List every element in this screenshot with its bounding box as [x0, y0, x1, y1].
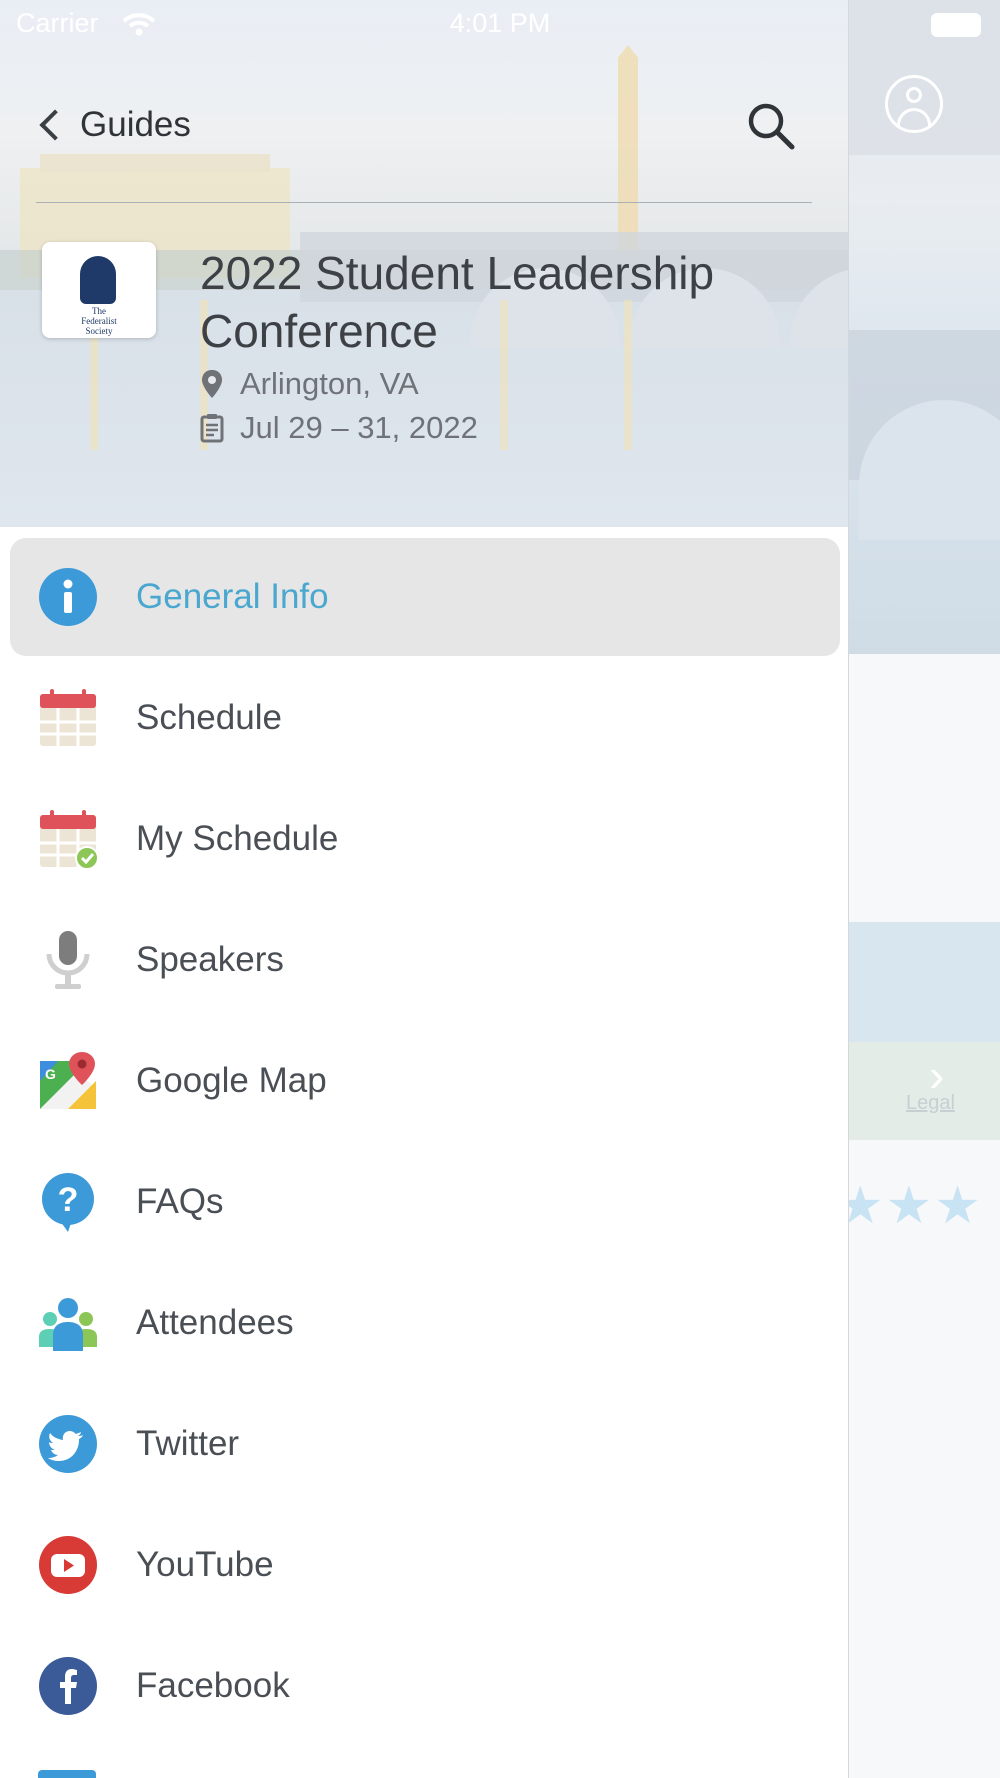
clock-label: 4:01 PM	[449, 8, 551, 38]
google-maps-icon: G	[40, 1052, 96, 1109]
menu-item-google-map[interactable]: G Google Map	[10, 1022, 840, 1140]
back-label: Guides	[80, 105, 191, 144]
menu-item-facebook[interactable]: Facebook	[10, 1627, 840, 1745]
calendar-check-icon	[40, 810, 98, 869]
location-pin-icon	[202, 370, 222, 398]
event-title: 2022 Student Leadership Conference	[200, 247, 715, 357]
event-logo: The Federalist Society	[42, 242, 156, 338]
menu-item-speakers[interactable]: Speakers	[10, 901, 840, 1019]
menu-label: General Info	[136, 577, 329, 616]
twitter-icon	[39, 1415, 97, 1473]
menu-item-attendees[interactable]: Attendees	[10, 1264, 840, 1382]
menu-label: Facebook	[136, 1666, 290, 1705]
background-screen: › Legal ★★★	[849, 0, 1000, 1778]
event-hero-banner: Carrier Guides The Federalist Society 20…	[0, 0, 848, 527]
calendar-icon	[40, 689, 96, 746]
youtube-icon	[39, 1536, 97, 1594]
menu-item-my-schedule[interactable]: My Schedule	[10, 780, 840, 898]
svg-text:G: G	[45, 1066, 56, 1082]
info-icon	[39, 568, 97, 626]
menu-label: FAQs	[136, 1182, 224, 1221]
account-icon	[906, 87, 922, 103]
menu-item-youtube[interactable]: YouTube	[10, 1506, 840, 1624]
menu-item-faqs[interactable]: ? FAQs	[10, 1143, 840, 1261]
account-button[interactable]	[885, 75, 943, 133]
menu-label: Speakers	[136, 940, 284, 979]
question-bubble-icon: ?	[42, 1173, 94, 1232]
menu-item-general-info[interactable]: General Info	[10, 538, 840, 656]
dates-label: Jul 29 – 31, 2022	[240, 410, 478, 445]
rating-stars: ★★★	[849, 1177, 983, 1235]
event-dates: Jul 29 – 31, 2022	[200, 410, 478, 446]
people-icon	[39, 1298, 97, 1351]
location-label: Arlington, VA	[240, 366, 419, 401]
next-menu-icon-partial	[38, 1770, 96, 1778]
logo-text: The Federalist Society	[81, 306, 117, 336]
menu-label: Google Map	[136, 1061, 327, 1100]
menu-item-twitter[interactable]: Twitter	[10, 1385, 840, 1503]
facebook-icon	[39, 1657, 97, 1715]
menu-label: Twitter	[136, 1424, 240, 1463]
search-icon[interactable]	[742, 98, 798, 154]
calendar-small-icon	[200, 414, 224, 443]
map-legal-link[interactable]: Legal	[906, 1092, 955, 1115]
menu-label: My Schedule	[136, 819, 339, 858]
svg-text:?: ?	[58, 1181, 79, 1219]
microphone-icon	[46, 931, 90, 989]
silhouette-bust-icon	[80, 256, 116, 304]
menu-item-schedule[interactable]: Schedule	[10, 659, 840, 777]
header-divider	[36, 202, 812, 203]
menu-label: Attendees	[136, 1303, 294, 1342]
chevron-left-icon	[39, 109, 71, 141]
back-button[interactable]: Guides	[36, 100, 191, 150]
event-location: Arlington, VA	[200, 366, 419, 402]
navigation-drawer: Carrier Guides The Federalist Society 20…	[0, 0, 849, 1778]
menu-label: YouTube	[136, 1545, 274, 1584]
menu-label: Schedule	[136, 698, 282, 737]
